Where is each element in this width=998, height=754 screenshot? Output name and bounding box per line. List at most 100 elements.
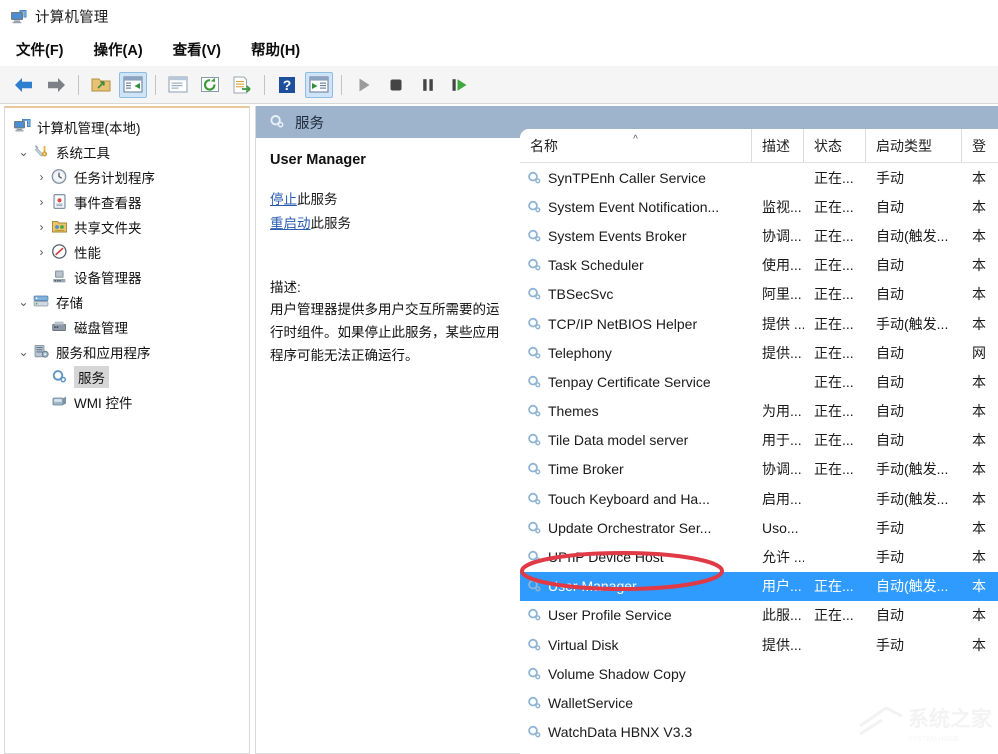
tools-icon [32, 143, 51, 160]
chevron-down-icon[interactable]: ⌄ [15, 296, 32, 308]
cell-startup-type: 手动(触发... [866, 459, 962, 479]
tree-item-storage[interactable]: ⌄ 存储 [5, 289, 249, 314]
table-row[interactable]: System Events Broker协调...正在...自动(触发...本 [520, 221, 998, 250]
tree-item-disk-management[interactable]: 磁盘管理 [5, 314, 249, 339]
table-row[interactable]: WalletService [520, 688, 998, 717]
table-row[interactable]: TCP/IP NetBIOS Helper提供 ...正在...手动(触发...… [520, 309, 998, 338]
cell-status: 正在... [804, 168, 866, 188]
table-row[interactable]: Time Broker协调...正在...手动(触发...本 [520, 455, 998, 484]
service-name: Time Broker [548, 461, 624, 477]
tree-item-shared-folders[interactable]: › 共享文件夹 [5, 214, 249, 239]
show-hide-tree-icon[interactable] [119, 72, 147, 98]
chevron-right-icon[interactable]: › [33, 246, 50, 258]
cell-log-on-as: 本 [962, 401, 998, 421]
cell-status: 正在... [804, 576, 866, 596]
column-header-startup-type[interactable]: 启动类型 [866, 129, 962, 162]
table-row[interactable]: Touch Keyboard and Ha...启用...手动(触发...本 [520, 484, 998, 513]
service-gear-icon [526, 432, 544, 448]
start-service-icon[interactable] [350, 72, 378, 98]
column-header-description[interactable]: 描述 [752, 129, 804, 162]
table-row[interactable]: Tile Data model server用于...正在...自动本 [520, 426, 998, 455]
menu-action[interactable]: 操作(A) [94, 39, 143, 60]
service-gear-icon [526, 170, 544, 186]
cell-status: 正在... [804, 372, 866, 392]
menu-help[interactable]: 帮助(H) [251, 39, 300, 60]
cell-name: Tenpay Certificate Service [520, 374, 752, 390]
cell-name: System Event Notification... [520, 199, 752, 215]
up-folder-icon[interactable] [87, 72, 115, 98]
table-row[interactable]: System Event Notification...监视...正在...自动… [520, 192, 998, 221]
back-icon[interactable] [10, 72, 38, 98]
stop-service-link-row: 停止此服务 [270, 190, 508, 210]
chevron-down-icon[interactable]: ⌄ [15, 346, 32, 358]
tree-item-performance[interactable]: › 性能 [5, 239, 249, 264]
export-list-icon[interactable] [228, 72, 256, 98]
menu-view[interactable]: 查看(V) [173, 39, 221, 60]
refresh-icon[interactable] [196, 72, 224, 98]
table-row[interactable]: User Manager用户...正在...自动(触发...本 [520, 572, 998, 601]
cell-log-on-as: 本 [962, 226, 998, 246]
show-action-pane-icon[interactable] [305, 72, 333, 98]
service-gear-icon [526, 724, 544, 740]
column-header-log-on-as[interactable]: 登 [962, 129, 998, 162]
stop-service-link[interactable]: 停止 [270, 192, 297, 207]
chevron-right-icon[interactable]: › [33, 171, 50, 183]
forward-icon[interactable] [42, 72, 70, 98]
content-area: 计算机管理(本地) ⌄ 系统工具 [0, 104, 998, 754]
pause-service-icon[interactable] [414, 72, 442, 98]
table-row[interactable]: Tenpay Certificate Service正在...自动本 [520, 367, 998, 396]
stop-service-suffix: 此服务 [297, 192, 338, 207]
table-row[interactable]: TBSecSvc阿里...正在...自动本 [520, 280, 998, 309]
service-gear-icon [526, 374, 544, 390]
service-gear-icon [526, 199, 544, 215]
cell-startup-type: 手动 [866, 635, 962, 655]
table-row[interactable]: Volume Shadow Copy [520, 659, 998, 688]
table-row[interactable]: UPnP Device Host允许 ...手动本 [520, 542, 998, 571]
tree-item-services[interactable]: 服务 [5, 364, 249, 389]
restart-service-icon[interactable] [446, 72, 474, 98]
table-row[interactable]: User Profile Service此服...正在...自动本 [520, 601, 998, 630]
column-header-name[interactable]: 名称 ^ [520, 129, 752, 162]
tree-item-task-scheduler[interactable]: › 任务计划程序 [5, 164, 249, 189]
table-row[interactable]: WebClient [520, 747, 998, 754]
table-row[interactable]: Virtual Disk提供...手动本 [520, 630, 998, 659]
table-row[interactable]: Telephony提供...正在...自动网 [520, 338, 998, 367]
device-manager-icon [50, 268, 69, 285]
stop-service-icon[interactable] [382, 72, 410, 98]
restart-service-link[interactable]: 重启动 [270, 216, 311, 231]
cell-description: Uso... [752, 520, 804, 536]
cell-description: 提供 ... [752, 314, 804, 334]
column-header-status[interactable]: 状态 [804, 129, 866, 162]
cell-description: 提供... [752, 635, 804, 655]
service-gear-icon [526, 666, 544, 682]
service-name: Tile Data model server [548, 432, 688, 448]
services-apps-icon [32, 343, 51, 360]
table-row[interactable]: Update Orchestrator Ser...Uso...手动本 [520, 513, 998, 542]
service-name: Virtual Disk [548, 637, 619, 653]
tree-item-computer-management[interactable]: 计算机管理(本地) [5, 114, 249, 139]
service-name: TBSecSvc [548, 286, 613, 302]
cell-log-on-as: 本 [962, 430, 998, 450]
cell-description: 使用... [752, 255, 804, 275]
table-row[interactable]: SynTPEnh Caller Service正在...手动本 [520, 163, 998, 192]
cell-log-on-as: 本 [962, 576, 998, 596]
chevron-right-icon[interactable]: › [33, 196, 50, 208]
table-row[interactable]: Themes为用...正在...自动本 [520, 397, 998, 426]
chevron-right-icon[interactable]: › [33, 221, 50, 233]
tree-item-label: 系统工具 [56, 142, 110, 162]
tree-item-wmi-control[interactable]: WMI 控件 [5, 389, 249, 414]
restart-service-suffix: 此服务 [311, 216, 352, 231]
tree-item-system-tools[interactable]: ⌄ 系统工具 [5, 139, 249, 164]
menu-file[interactable]: 文件(F) [16, 39, 64, 60]
service-name: System Event Notification... [548, 199, 719, 215]
tree-item-label: 共享文件夹 [74, 217, 142, 237]
table-row[interactable]: WatchData HBNX V3.3 [520, 718, 998, 747]
help-icon[interactable]: ? [273, 72, 301, 98]
chevron-down-icon[interactable]: ⌄ [15, 146, 32, 158]
tree-item-services-and-applications[interactable]: ⌄ 服务和应用程序 [5, 339, 249, 364]
tree-item-event-viewer[interactable]: › 事件查看器 [5, 189, 249, 214]
tree-item-device-manager[interactable]: 设备管理器 [5, 264, 249, 289]
table-row[interactable]: Task Scheduler使用...正在...自动本 [520, 251, 998, 280]
properties-icon[interactable] [164, 72, 192, 98]
service-gear-icon [526, 578, 544, 594]
